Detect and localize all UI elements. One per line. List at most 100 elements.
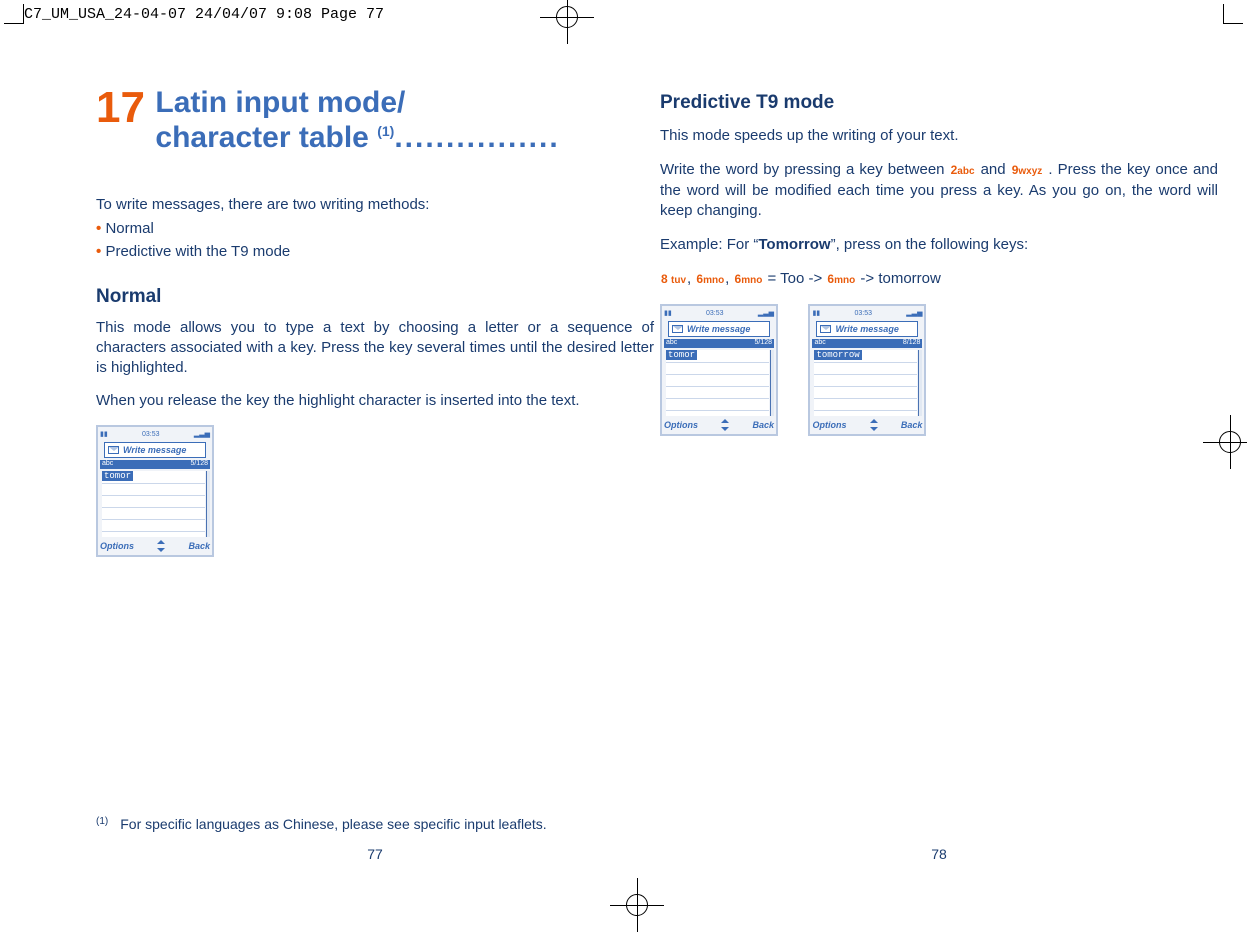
phone-char-counter: 5/128: [190, 460, 208, 469]
t9-p1: This mode speeds up the writing of your …: [660, 126, 1218, 146]
phone-char-counter: 5/128: [754, 339, 772, 348]
chapter-dots: ................: [394, 121, 559, 154]
signal-icon: ▂▃▅: [194, 430, 210, 438]
phone-char-counter: 8/128: [903, 339, 921, 348]
phone-softkey-back: Back: [901, 420, 923, 430]
print-header-strip: C7_UM_USA_24-04-07 24/04/07 9:08 Page 77: [24, 6, 384, 23]
phone-softkeys: Options Back: [812, 418, 922, 432]
normal-heading: Normal: [96, 286, 654, 308]
phone-status-bar: ▮▮ 03:53 ▂▃▅: [812, 308, 922, 319]
footnote-mark: (1): [96, 816, 108, 832]
phone-scrollbar: [770, 350, 774, 416]
phone-text-area: tomorrow: [814, 350, 917, 416]
battery-icon: ▮▮: [812, 309, 820, 317]
phone-scrollbar: [918, 350, 922, 416]
phone-input-mode: abc: [102, 460, 113, 469]
page-77: 17 Latin input mode/ character table (1)…: [96, 86, 654, 862]
page-78: Predictive T9 mode This mode speeds up t…: [660, 86, 1218, 862]
page-number-77: 77: [96, 846, 654, 862]
phone-time: 03:53: [706, 310, 724, 317]
phone-time: 03:53: [142, 431, 160, 438]
phone-status-bar: ▮▮ 03:53 ▂▃▅: [664, 308, 774, 319]
phone-typed-text: tomor: [666, 350, 697, 360]
battery-icon: ▮▮: [100, 430, 108, 438]
bullet-t9-label: Predictive with the T9 mode: [105, 243, 290, 260]
phone-input-mode: abc: [814, 339, 825, 348]
example-after: ”, press on the following keys:: [831, 236, 1029, 253]
key-2-icon: 2abc: [950, 162, 976, 179]
phone-softkey-options: Options: [664, 420, 698, 430]
chapter-title-line2: character table: [155, 121, 377, 154]
chapter-title-line1: Latin input mode/: [155, 86, 405, 119]
normal-p2: When you release the key the highlight c…: [96, 391, 654, 411]
phone-screenshot-t9-too: ▮▮ 03:53 ▂▃▅ Write message abc 5/128 tom…: [660, 304, 778, 436]
phone-typed-text: tomorrow: [814, 350, 861, 360]
phone-mode-bar: abc 5/128: [664, 339, 774, 348]
phone-nav-icon: [866, 419, 882, 431]
battery-icon: ▮▮: [664, 309, 672, 317]
registration-mark-top: [540, 0, 594, 44]
chapter-title: Latin input mode/ character table (1)...…: [155, 86, 559, 155]
envelope-icon: [672, 325, 683, 333]
phone-softkey-back: Back: [188, 541, 210, 551]
page-number-78: 78: [660, 846, 1218, 862]
phone-mode-bar: abc 5/128: [100, 460, 210, 469]
phone-softkey-back: Back: [752, 420, 774, 430]
phone-screenshot-normal: ▮▮ 03:53 ▂▃▅ Write message abc 5/128 tom…: [96, 425, 214, 557]
phone-title-bar: Write message: [668, 321, 770, 337]
print-header-text: C7_UM_USA_24-04-07 24/04/07 9:08 Page 77: [24, 6, 384, 23]
normal-p1: This mode allows you to type a text by c…: [96, 318, 654, 379]
seq-arrow2: -> tomorrow: [860, 270, 940, 287]
chapter-footnote-mark: (1): [377, 123, 394, 139]
footnote-text: For specific languages as Chinese, pleas…: [120, 816, 546, 832]
phone-title-text: Write message: [687, 324, 750, 334]
bullet-normal-label: Normal: [105, 220, 153, 237]
key-6-icon-1: 6mno: [695, 271, 725, 288]
phone-time: 03:53: [854, 310, 872, 317]
seq-eq: = Too ->: [767, 270, 822, 287]
footnote: (1) For specific languages as Chinese, p…: [96, 816, 547, 832]
chapter-heading: 17 Latin input mode/ character table (1)…: [96, 86, 654, 155]
phone-mode-bar: abc 8/128: [812, 339, 922, 348]
phone-text-area: tomor: [666, 350, 769, 416]
phone-text-area: tomor: [102, 471, 205, 537]
t9-p2b: and: [981, 161, 1011, 178]
envelope-icon: [820, 325, 831, 333]
example-word: Tomorrow: [758, 236, 830, 253]
t9-p2: Write the word by pressing a key between…: [660, 160, 1218, 221]
phone-nav-icon: [153, 540, 169, 552]
phone-typed-text: tomor: [102, 471, 133, 481]
phone-softkey-options: Options: [100, 541, 134, 551]
example-label: Example: For “: [660, 236, 758, 253]
signal-icon: ▂▃▅: [758, 309, 774, 317]
phone-nav-icon: [717, 419, 733, 431]
phone-softkey-options: Options: [812, 420, 846, 430]
registration-mark-bottom: [610, 878, 664, 932]
phone-softkeys: Options Back: [664, 418, 774, 432]
key-6-icon-3: 6mno: [826, 271, 856, 288]
phone-title-bar: Write message: [104, 442, 206, 458]
phone-title-text: Write message: [835, 324, 898, 334]
chapter-number: 17: [96, 86, 145, 130]
signal-icon: ▂▃▅: [906, 309, 922, 317]
key-9-icon: 9wxy​z: [1011, 162, 1044, 179]
phone-scrollbar: [206, 471, 210, 537]
crop-mark-top-right: [1223, 4, 1243, 24]
t9-phone-row: ▮▮ 03:53 ▂▃▅ Write message abc 5/128 tom…: [660, 290, 1218, 436]
phone-status-bar: ▮▮ 03:53 ▂▃▅: [100, 429, 210, 440]
phone-screenshot-t9-tomorrow: ▮▮ 03:53 ▂▃▅ Write message abc 8/128 tom…: [808, 304, 926, 436]
phone-softkeys: Options Back: [100, 539, 210, 553]
phone-input-mode: abc: [666, 339, 677, 348]
phone-title-text: Write message: [123, 445, 186, 455]
t9-key-sequence: 8 tuv, 6mno, 6mno = Too -> 6mno -> tomor…: [660, 269, 1218, 289]
crop-mark-top-left: [4, 4, 24, 24]
t9-p2a: Write the word by pressing a key between: [660, 161, 950, 178]
t9-example: Example: For “Tomorrow”, press on the fo…: [660, 235, 1218, 255]
envelope-icon: [108, 446, 119, 454]
key-6-icon-2: 6mno: [734, 271, 764, 288]
key-8-icon: 8 tuv: [660, 271, 687, 288]
intro-text: To write messages, there are two writing…: [96, 195, 654, 215]
bullet-t9: • Predictive with the T9 mode: [96, 242, 654, 262]
phone-title-bar: Write message: [816, 321, 918, 337]
bullet-normal: • Normal: [96, 219, 654, 239]
